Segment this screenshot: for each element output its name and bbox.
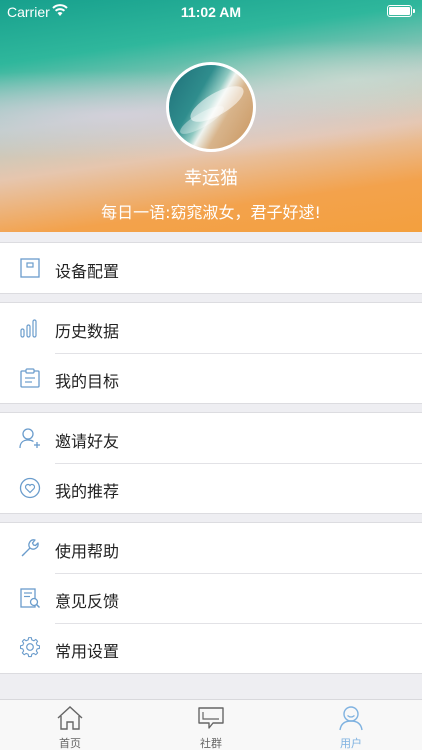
menu-item-device-config[interactable]: 设备配置: [0, 243, 422, 293]
tab-label: 用户: [340, 737, 362, 750]
menu-item-label: 我的推荐: [55, 482, 120, 501]
menu-item-label: 意见反馈: [55, 592, 120, 611]
daily-motto: 每日一语:窈窕淑女，君子好逑!: [101, 203, 321, 222]
menu-group-data: 历史数据 我的目标: [0, 302, 422, 404]
tab-bar: 首页 社群 用户: [0, 699, 422, 750]
user-name: 幸运猫: [184, 168, 238, 189]
menu-item-invite-friends[interactable]: 邀请好友: [0, 413, 422, 463]
chat-bubble-icon: [198, 707, 224, 729]
menu-item-my-recommend[interactable]: 我的推荐: [0, 463, 422, 513]
status-time: 11:02 AM: [180, 4, 242, 20]
clipboard-icon: [20, 368, 40, 388]
menu-item-help[interactable]: 使用帮助: [0, 523, 422, 573]
home-icon: [57, 706, 83, 730]
tab-user[interactable]: 用户: [311, 700, 391, 750]
battery-icon: [387, 5, 415, 17]
tab-label: 首页: [59, 737, 81, 750]
avatar[interactable]: [166, 62, 256, 152]
menu-item-label: 历史数据: [55, 322, 120, 341]
menu-item-label: 我的目标: [55, 372, 120, 391]
profile-header: Carrier 11:02 AM 幸运猫 每日一语:窈窕淑女，君子好逑!: [0, 0, 422, 232]
menu-item-my-goal[interactable]: 我的目标: [0, 353, 422, 403]
menu-item-label: 邀请好友: [55, 432, 120, 451]
device-config-icon: [20, 258, 40, 278]
menu-item-label: 常用设置: [55, 642, 120, 661]
gear-icon: [19, 637, 40, 658]
user-icon: [339, 706, 363, 731]
menu-group-support: 使用帮助 意见反馈 常用设置: [0, 522, 422, 674]
tab-home[interactable]: 首页: [30, 700, 110, 750]
menu-item-settings[interactable]: 常用设置: [0, 623, 422, 673]
add-user-icon: [19, 428, 40, 449]
menu-item-label: 使用帮助: [55, 542, 120, 561]
feedback-doc-icon: [20, 588, 41, 609]
bar-chart-icon: [20, 319, 37, 338]
tab-community[interactable]: 社群: [171, 700, 251, 750]
menu-group-social: 邀请好友 我的推荐: [0, 412, 422, 514]
heart-circle-icon: [19, 477, 41, 499]
menu-item-label: 设备配置: [55, 262, 120, 281]
menu-item-history-data[interactable]: 历史数据: [0, 303, 422, 353]
status-bar: Carrier 11:02 AM: [0, 0, 422, 24]
wrench-icon: [21, 539, 39, 557]
tab-label: 社群: [200, 737, 222, 750]
menu-group-device: 设备配置: [0, 242, 422, 294]
menu-item-feedback[interactable]: 意见反馈: [0, 573, 422, 623]
